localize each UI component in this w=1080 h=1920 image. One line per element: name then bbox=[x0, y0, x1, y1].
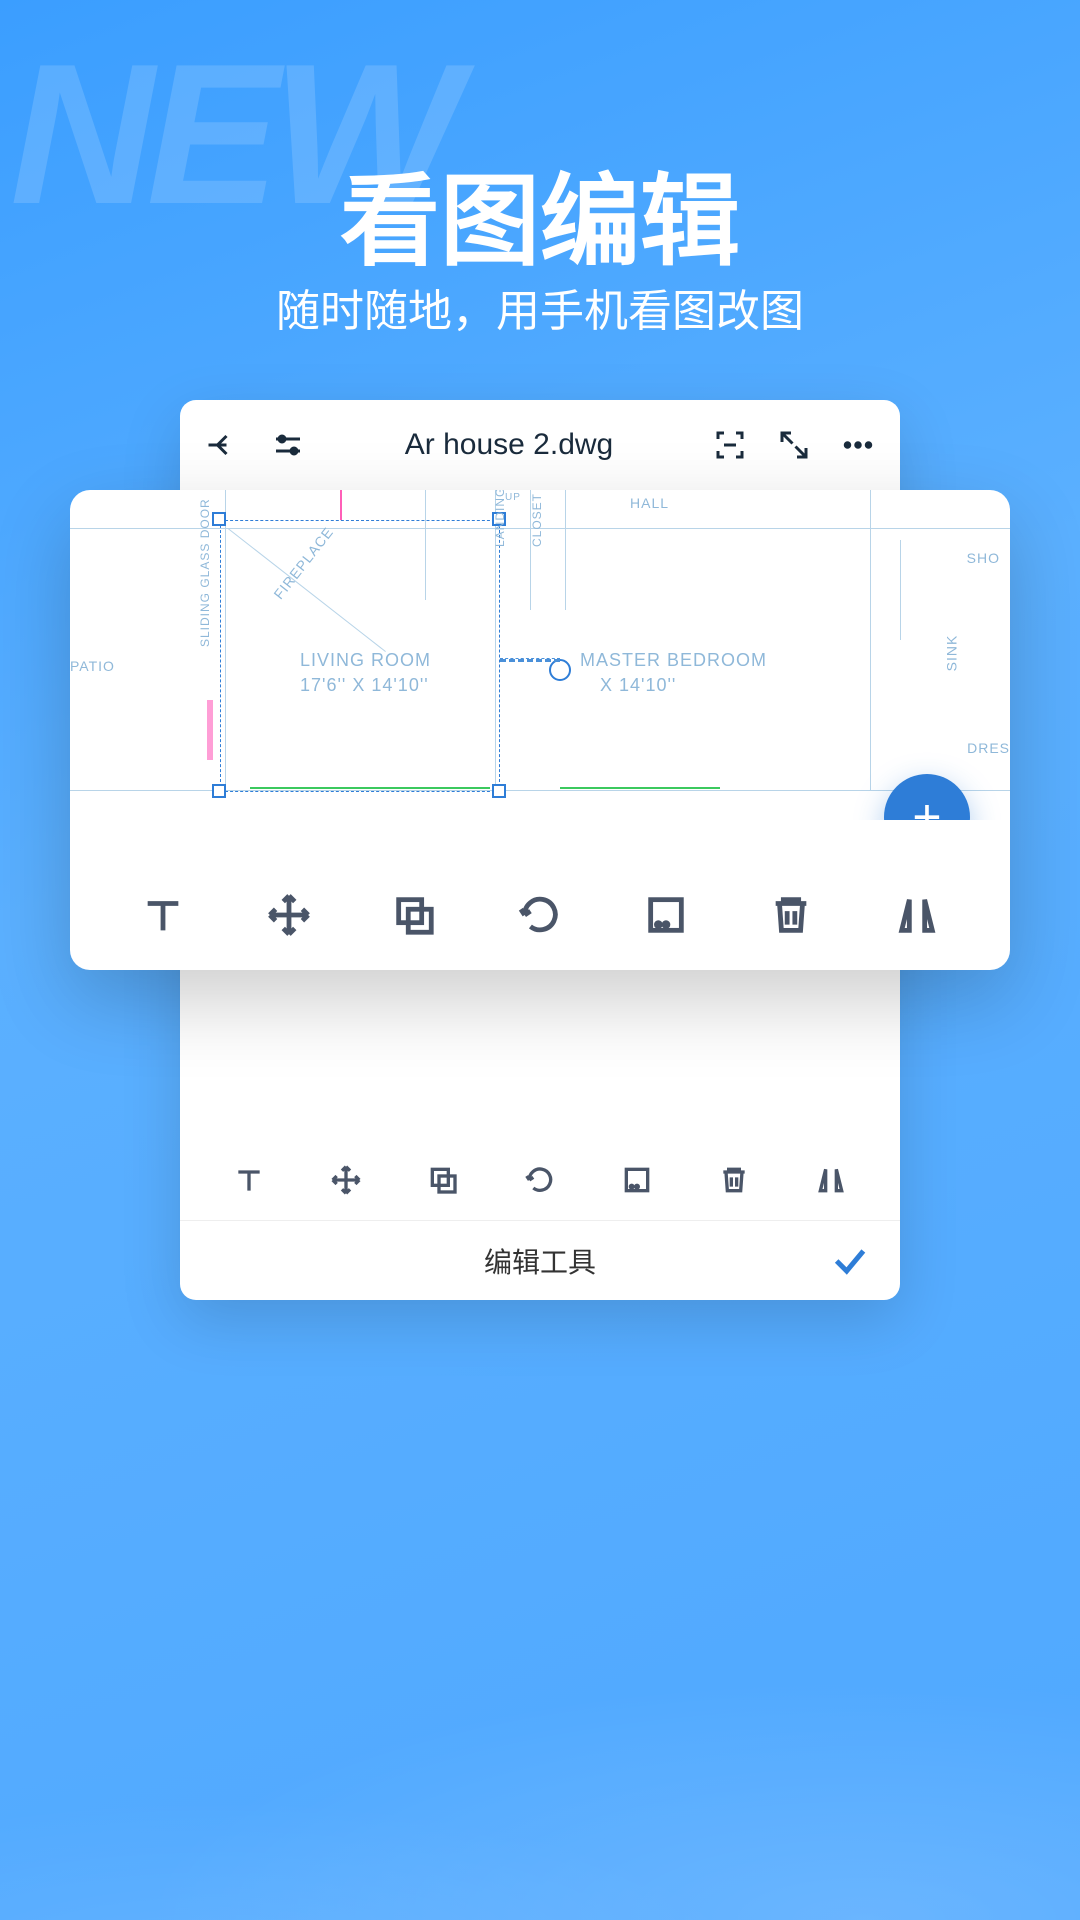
file-title: Ar house 2.dwg bbox=[306, 428, 712, 462]
back-icon[interactable] bbox=[204, 427, 240, 463]
move-tool-icon[interactable] bbox=[266, 892, 312, 938]
label-closet: CLOSET bbox=[530, 493, 544, 547]
label-livingdim: 17'6'' X 14'10'' bbox=[300, 675, 429, 696]
page-subtitle: 随时随地，用手机看图改图 bbox=[0, 275, 1080, 339]
bg-wave bbox=[0, 1320, 1080, 1920]
front-canvas-card: PATIO LIVING ROOM 17'6'' X 14'10'' MASTE… bbox=[70, 490, 1010, 970]
app-topbar: Ar house 2.dwg bbox=[180, 400, 900, 490]
copy-tool-icon[interactable] bbox=[391, 892, 437, 938]
delete-tool-icon[interactable] bbox=[768, 892, 814, 938]
confirm-check-icon[interactable] bbox=[830, 1241, 870, 1281]
edit-toolbar bbox=[70, 860, 1010, 970]
page-title: 看图编辑 bbox=[0, 140, 1080, 285]
delete-tool-icon-back[interactable] bbox=[718, 1164, 750, 1196]
bottom-bar: 编辑工具 bbox=[180, 1220, 900, 1300]
move-tool-icon-back[interactable] bbox=[330, 1164, 362, 1196]
label-up: UP bbox=[505, 492, 521, 503]
scale-tool-icon[interactable] bbox=[643, 892, 689, 938]
back-toolbar bbox=[180, 1140, 900, 1220]
cad-canvas[interactable]: PATIO LIVING ROOM 17'6'' X 14'10'' MASTE… bbox=[70, 490, 1010, 820]
label-dres: DRES bbox=[967, 740, 1010, 756]
rotate-tool-icon-back[interactable] bbox=[524, 1164, 556, 1196]
label-sho: SHO bbox=[967, 550, 1000, 566]
mirror-tool-icon-back[interactable] bbox=[815, 1164, 847, 1196]
label-living: LIVING ROOM bbox=[300, 650, 431, 671]
label-patio: PATIO bbox=[70, 658, 115, 674]
label-master: MASTER BEDROOM bbox=[580, 650, 767, 671]
scale-tool-icon-back[interactable] bbox=[621, 1164, 653, 1196]
copy-tool-icon-back[interactable] bbox=[427, 1164, 459, 1196]
settings-slider-icon[interactable] bbox=[270, 427, 306, 463]
label-glass: SLIDING GLASS DOOR bbox=[198, 498, 212, 647]
rotate-tool-icon[interactable] bbox=[517, 892, 563, 938]
text-tool-icon-back[interactable] bbox=[233, 1164, 265, 1196]
add-fab[interactable]: + bbox=[884, 774, 970, 820]
bottom-bar-label: 编辑工具 bbox=[484, 1241, 596, 1281]
more-icon[interactable] bbox=[840, 427, 876, 463]
scan-icon[interactable] bbox=[712, 427, 748, 463]
mirror-tool-icon[interactable] bbox=[894, 892, 940, 938]
label-sink: SINK bbox=[944, 635, 960, 672]
expand-icon[interactable] bbox=[776, 427, 812, 463]
label-hall: HALL bbox=[630, 495, 669, 511]
label-masterdim: X 14'10'' bbox=[600, 675, 676, 696]
text-tool-icon[interactable] bbox=[140, 892, 186, 938]
